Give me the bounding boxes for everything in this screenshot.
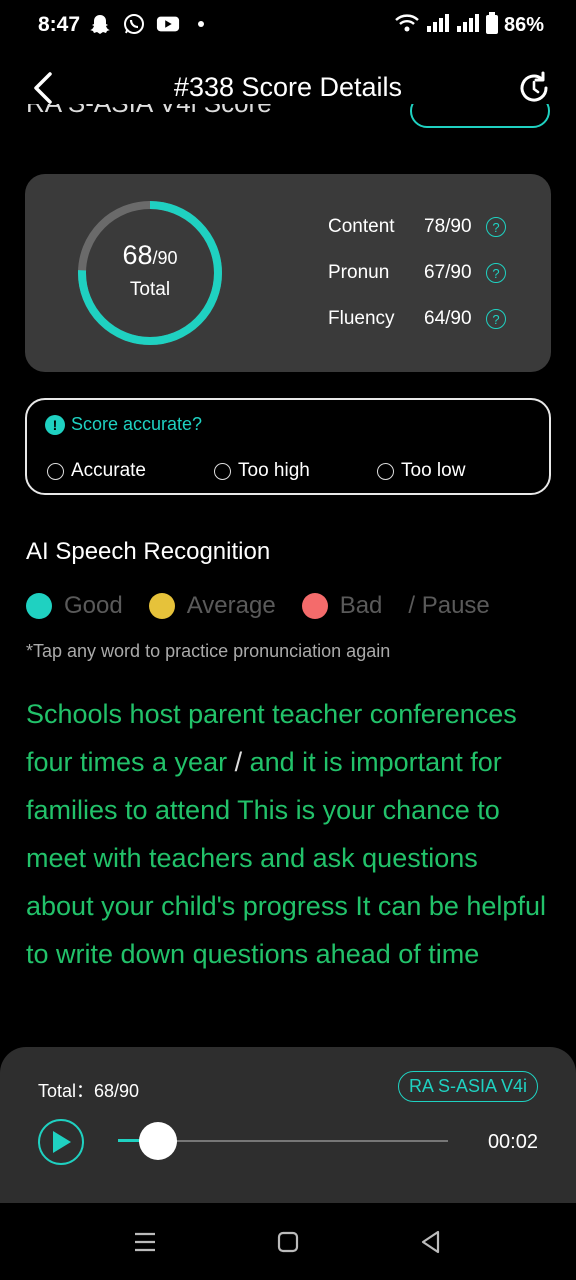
home-button[interactable] <box>275 1229 301 1255</box>
back-triangle-icon <box>421 1230 440 1254</box>
transcript-words[interactable]: and it is important for families to atte… <box>26 747 546 969</box>
play-button[interactable] <box>38 1119 84 1165</box>
youtube-icon <box>156 12 180 36</box>
metric-content: Content 78/90 ? <box>328 216 506 238</box>
option-too-low[interactable]: Too low <box>377 460 465 482</box>
legend-average: Average <box>148 592 276 620</box>
system-nav-bar <box>0 1203 576 1280</box>
metric-value: 67/90 <box>424 262 472 283</box>
battery-percent: 86% <box>503 14 544 36</box>
radio-icon <box>47 462 64 480</box>
playback-time: 00:02 <box>487 1131 538 1153</box>
option-label: Too high <box>238 460 310 481</box>
refresh-icon <box>520 71 548 102</box>
option-label: Accurate <box>71 460 146 481</box>
recognized-transcript[interactable]: Schools host parent teacher conferences … <box>26 690 546 978</box>
section-title: AI Speech Recognition <box>26 538 271 565</box>
whatsapp-icon <box>122 12 146 36</box>
accuracy-question: Score accurate? <box>71 414 203 434</box>
metric-label: Fluency <box>328 308 395 329</box>
option-label: Too low <box>401 460 466 481</box>
practice-hint: *Tap any word to practice pronunciation … <box>26 641 391 661</box>
radio-icon <box>214 462 231 480</box>
average-dot-icon <box>148 593 175 619</box>
wifi-icon <box>394 12 420 39</box>
legend-bad: Bad <box>301 592 382 620</box>
more-notifications-dot <box>198 21 204 27</box>
legend-good: Good <box>26 592 123 620</box>
play-icon <box>53 1131 71 1153</box>
pause-marker: / <box>227 747 250 777</box>
seek-handle[interactable] <box>139 1122 177 1160</box>
legend-pause: / Pause <box>408 592 490 619</box>
option-accurate[interactable]: Accurate <box>47 460 146 482</box>
signal-icon-2 <box>456 13 480 38</box>
score-accuracy-feedback: ! Score accurate? Accurate Too high Too … <box>25 398 551 495</box>
status-time: 8:47 <box>38 13 81 36</box>
metric-label: Pronun <box>328 262 390 283</box>
metric-value: 64/90 <box>424 308 472 329</box>
help-icon[interactable]: ? <box>486 309 506 329</box>
back-nav-button[interactable] <box>418 1229 444 1255</box>
snapchat-icon <box>88 12 112 36</box>
menu-icon <box>135 1232 155 1252</box>
audio-player: Total：68/90 RA S-ASIA V4i 00:02 <box>0 1047 576 1203</box>
player-total: Total：68/90 <box>38 1081 140 1101</box>
good-dot-icon <box>26 593 52 619</box>
metric-value: 78/90 <box>424 216 472 237</box>
battery-icon <box>485 12 498 39</box>
metric-fluency: Fluency 64/90 ? <box>328 308 506 330</box>
total-score: 68/90 Total <box>75 240 225 301</box>
score-card: 68/90 Total Content 78/90 ? Pronun 67/90… <box>25 174 551 372</box>
recent-apps-button[interactable] <box>132 1229 158 1255</box>
home-icon <box>277 1231 299 1253</box>
total-score-label: Total <box>129 279 171 300</box>
question-type-badge <box>410 104 550 128</box>
metric-label: Content <box>328 216 395 237</box>
total-score-value: 68 <box>122 240 153 270</box>
page-title: #338 Score Details <box>173 72 403 102</box>
metric-pronun: Pronun 67/90 ? <box>328 262 506 284</box>
refresh-button[interactable] <box>516 70 552 106</box>
total-score-max: /90 <box>152 248 178 268</box>
signal-icon <box>426 13 450 38</box>
legend: Good Average Bad / Pause <box>26 592 516 620</box>
question-type-tag: RA S-ASIA V4i <box>397 1071 538 1102</box>
info-icon: ! <box>45 414 65 435</box>
option-too-high[interactable]: Too high <box>214 460 310 482</box>
help-icon[interactable]: ? <box>486 263 506 283</box>
radio-icon <box>377 462 394 480</box>
bad-dot-icon <box>301 593 328 619</box>
notification-icons <box>88 12 204 36</box>
status-bar: 8:47 86% <box>0 0 576 52</box>
question-type-label: RA S-ASIA V4i Score <box>26 104 272 130</box>
help-icon[interactable]: ? <box>486 217 506 237</box>
